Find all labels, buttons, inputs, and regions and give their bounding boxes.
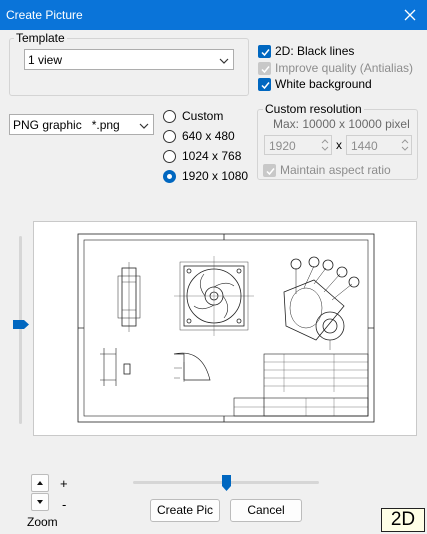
black-lines-checkbox[interactable]: 2D: Black lines	[258, 44, 354, 58]
white-background-label: White background	[275, 77, 372, 91]
zoom-label: Zoom	[27, 515, 58, 529]
horizontal-slider-thumb[interactable]	[221, 474, 232, 492]
height-value: 1440	[351, 139, 378, 153]
template-selected-value: 1 view	[28, 53, 63, 67]
checkbox-checked-icon	[258, 77, 271, 91]
triangle-down-icon	[37, 500, 43, 504]
template-select[interactable]: 1 view	[24, 49, 234, 70]
checkbox-checked-icon	[258, 61, 271, 75]
width-spinner[interactable]: 1920	[264, 135, 332, 155]
window-title: Create Picture	[6, 8, 83, 22]
zoom-plus-label: +	[60, 476, 68, 491]
template-group-label: Template	[14, 31, 67, 45]
resolution-separator: x	[336, 138, 342, 152]
create-pic-button[interactable]: Create Pic	[150, 499, 220, 522]
maintain-aspect-checkbox[interactable]: Maintain aspect ratio	[263, 163, 391, 177]
format-selected-value: PNG graphic *.png	[13, 118, 120, 132]
maintain-aspect-label: Maintain aspect ratio	[280, 163, 391, 177]
max-resolution-text: Max: 10000 x 10000 pixel	[273, 117, 410, 131]
zoom-minus-label: -	[62, 497, 67, 512]
resolution-radio-1920[interactable]: 1920 x 1080	[163, 169, 248, 183]
triangle-up-icon	[37, 481, 43, 485]
title-bar: Create Picture	[0, 0, 427, 30]
resolution-radio-custom[interactable]: Custom	[163, 109, 223, 123]
improve-quality-label: Improve quality (Antialias)	[275, 61, 414, 75]
format-select[interactable]: PNG graphic *.png	[9, 114, 154, 135]
resolution-option-label: 1920 x 1080	[182, 169, 249, 183]
chevron-down-icon	[219, 55, 229, 65]
radio-icon	[163, 149, 176, 163]
close-icon[interactable]	[399, 4, 421, 26]
black-lines-label: 2D: Black lines	[275, 44, 355, 58]
resolution-radio-640[interactable]: 640 x 480	[163, 129, 235, 143]
mode-badge: 2D	[381, 508, 425, 532]
zoom-in-button[interactable]	[31, 474, 49, 492]
white-background-checkbox[interactable]: White background	[258, 77, 372, 91]
checkbox-checked-icon	[263, 163, 276, 177]
width-value: 1920	[269, 139, 296, 153]
preview-panel	[33, 221, 417, 436]
radio-selected-icon	[163, 169, 176, 183]
custom-resolution-label: Custom resolution	[263, 102, 364, 116]
resolution-option-label: 1024 x 768	[182, 149, 242, 163]
drawing-preview	[77, 233, 375, 423]
zoom-out-button[interactable]	[31, 493, 49, 511]
resolution-radio-1024[interactable]: 1024 x 768	[163, 149, 241, 163]
resolution-option-label: 640 x 480	[182, 129, 235, 143]
radio-icon	[163, 109, 176, 123]
vertical-slider-thumb[interactable]	[12, 319, 30, 330]
cancel-button[interactable]: Cancel	[230, 499, 302, 522]
spinner-arrows-icon	[319, 136, 331, 154]
resolution-option-label: Custom	[182, 109, 224, 123]
radio-icon	[163, 129, 176, 143]
chevron-down-icon	[139, 120, 149, 130]
spinner-arrows-icon	[399, 136, 411, 154]
improve-quality-checkbox[interactable]: Improve quality (Antialias)	[258, 61, 413, 75]
checkbox-checked-icon	[258, 44, 271, 58]
height-spinner[interactable]: 1440	[346, 135, 412, 155]
